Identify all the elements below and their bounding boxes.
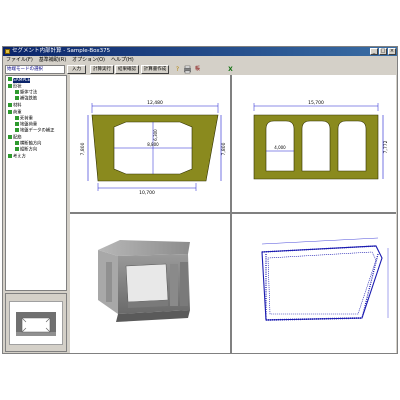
- tree-node-icon: [15, 128, 19, 132]
- menu-help[interactable]: ヘルプ(H): [108, 56, 137, 64]
- input-button[interactable]: 入力: [67, 65, 86, 74]
- window-title: セグメント内部計算 - Sample-Box375: [12, 48, 111, 54]
- right-dimension-label: 7,772: [383, 140, 389, 153]
- triple-box-drawing: 15,700 7,772 4,000: [253, 100, 389, 180]
- print-icon[interactable]: [183, 65, 192, 74]
- shape-thumbnail: [9, 301, 63, 345]
- tree-item-label: SAMPLE: [13, 77, 31, 83]
- 3d-pier: [106, 262, 112, 302]
- cell-width-label: 4,000: [274, 145, 286, 150]
- close-icon[interactable]: ×: [388, 48, 396, 55]
- tree-item-label: 荷重: [13, 110, 22, 116]
- left-dimension-label: 7,800: [80, 142, 86, 155]
- left-panel: SAMPLE 形状 躯体寸法 補強鉄筋 材料 荷重 死荷重 地盤荷重 地盤データ…: [3, 75, 69, 355]
- rebar-drawing: [261, 237, 389, 321]
- single-box-drawing: 12,480 10,700 7,800 7,800 8,800 6,300: [80, 100, 227, 196]
- maximize-icon[interactable]: □: [379, 48, 387, 55]
- tree-item-label: 配筋: [13, 135, 22, 141]
- results-button[interactable]: 結果確認: [115, 65, 139, 74]
- calculate-button[interactable]: 計算実行: [90, 65, 114, 74]
- 3d-pier: [170, 264, 178, 306]
- tree-node-icon: [15, 96, 19, 100]
- tree-item-label: 補強鉄筋: [20, 96, 38, 102]
- inner-width-label: 8,800: [147, 142, 159, 147]
- tree-node-icon: [15, 116, 19, 120]
- window-controls: _ □ ×: [370, 48, 396, 55]
- tree-item-label: 地盤データの補正: [20, 128, 55, 134]
- cell-right: [337, 120, 367, 172]
- tree-node-icon: [15, 122, 19, 126]
- drawing-area: 12,480 10,700 7,800 7,800 8,800 6,300 15…: [70, 75, 396, 353]
- box-section-thumbnail: [16, 312, 56, 336]
- rebar-inner: [267, 251, 377, 315]
- triple-box-section-pane[interactable]: 15,700 7,772 4,000: [232, 75, 396, 212]
- app-icon: [5, 49, 10, 54]
- toolbar: 始端モードの選択 入力 計算実行 結果確認 計算書作成 ? 帳 X: [3, 64, 397, 75]
- minimize-icon[interactable]: _: [370, 48, 378, 55]
- tree-item-label: 地盤荷重: [20, 122, 38, 128]
- tree-item-root[interactable]: SAMPLE: [8, 77, 31, 83]
- tree-item[interactable]: 材料: [8, 103, 22, 109]
- tree-item-label: 死荷重: [20, 116, 33, 122]
- tree-node-icon: [8, 77, 12, 81]
- cell-middle: [301, 120, 331, 172]
- title-bar: セグメント内部計算 - Sample-Box375 _ □ ×: [3, 47, 397, 56]
- tree-node-icon: [15, 147, 19, 151]
- bottom-dimension-label: 10,700: [139, 190, 155, 196]
- right-dimension-label: 7,800: [221, 142, 227, 155]
- label-icon[interactable]: 帳: [193, 65, 202, 74]
- application-window: セグメント内部計算 - Sample-Box375 _ □ × ファイル(F) …: [2, 46, 398, 354]
- tree-node-icon: [8, 84, 12, 88]
- tree-item-label: 形状: [13, 84, 22, 90]
- tree-node-icon: [8, 110, 12, 114]
- input-tree: SAMPLE 形状 躯体寸法 補強鉄筋 材料 荷重 死荷重 地盤荷重 地盤データ…: [5, 75, 67, 291]
- tree-node-icon: [15, 90, 19, 94]
- top-dimension-label: 12,480: [147, 100, 163, 106]
- 3d-top-slab: [98, 240, 190, 256]
- 3d-opening: [125, 263, 169, 303]
- tree-item[interactable]: 縦断方向: [15, 147, 37, 153]
- 3d-view-pane[interactable]: [70, 214, 230, 353]
- tree-item-label: 考え方: [13, 154, 26, 160]
- tree-node-icon: [8, 154, 12, 158]
- tree-item[interactable]: 地盤データの補正: [15, 128, 54, 134]
- top-dimension-label: 15,700: [308, 100, 324, 106]
- tree-item[interactable]: 考え方: [8, 154, 26, 160]
- tree-item-label: 躯体寸法: [20, 90, 38, 96]
- 3d-pier: [180, 262, 188, 306]
- inner-height-label: 6,300: [153, 129, 158, 141]
- tree-item-label: 縦断方向: [20, 147, 38, 153]
- tree-node-icon: [8, 135, 12, 139]
- single-box-section-pane[interactable]: 12,480 10,700 7,800 7,800 8,800 6,300: [70, 75, 230, 212]
- 3d-box-render: [98, 240, 190, 322]
- tree-item-label: 材料: [13, 103, 22, 109]
- mode-select[interactable]: 始端モードの選択: [5, 65, 65, 74]
- report-button[interactable]: 計算書作成: [141, 65, 169, 74]
- tree-item[interactable]: 補強鉄筋: [15, 96, 37, 102]
- menu-options[interactable]: オプション(O): [69, 56, 108, 64]
- shape-thumbnail-panel: [5, 293, 67, 352]
- top-dimension-line: [261, 237, 379, 245]
- excel-icon[interactable]: X: [226, 65, 235, 74]
- tree-item-label: 横断軸方向: [20, 141, 42, 147]
- rebar-right-bars: [361, 253, 379, 319]
- rebar-drawing-pane[interactable]: [232, 214, 396, 353]
- menu-reference[interactable]: 基準補助(R): [36, 56, 69, 64]
- tree-node-icon: [8, 103, 12, 107]
- menu-file[interactable]: ファイル(F): [3, 56, 36, 64]
- help-icon[interactable]: ?: [173, 65, 182, 74]
- tree-node-icon: [15, 141, 19, 145]
- menu-bar: ファイル(F) 基準補助(R) オプション(O) ヘルプ(H): [3, 56, 397, 64]
